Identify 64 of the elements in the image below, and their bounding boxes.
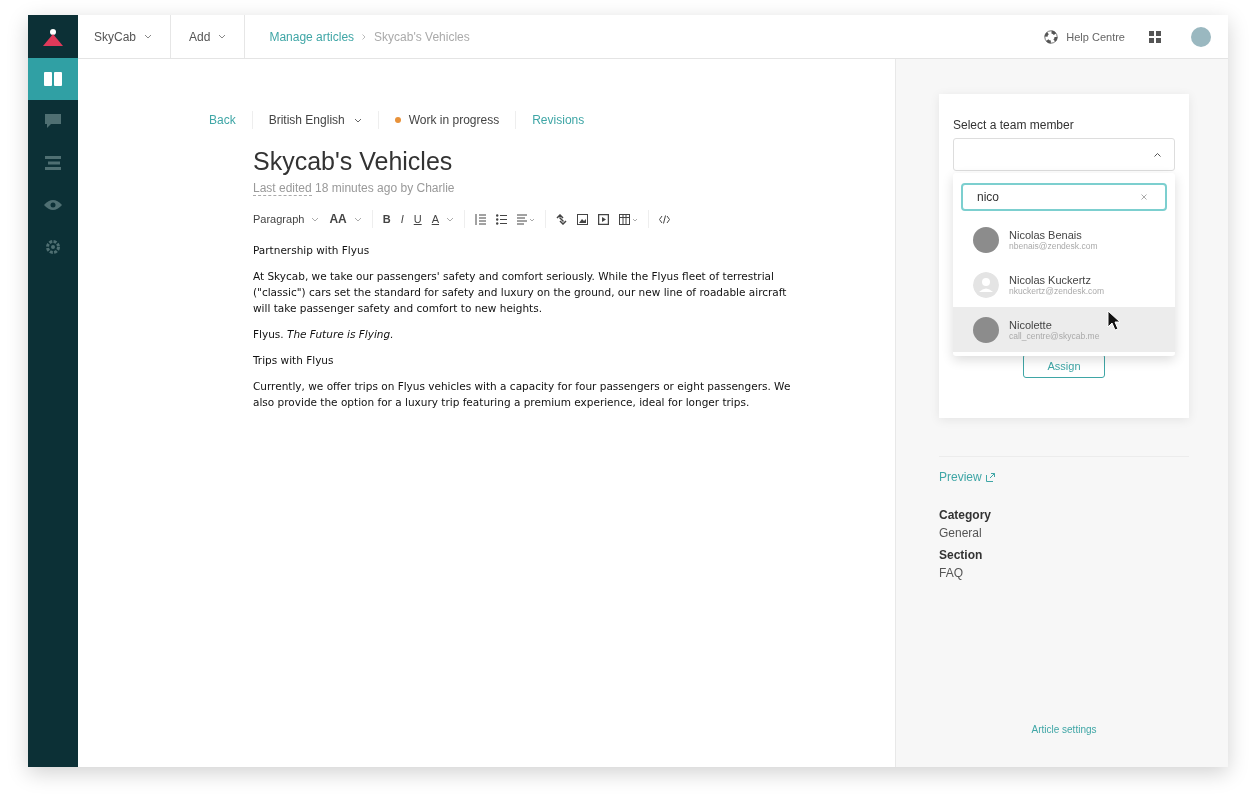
text-color-dropdown[interactable]: A: [431, 213, 455, 225]
mouse-pointer-icon: [1107, 310, 1121, 332]
link-icon[interactable]: [556, 213, 568, 225]
nav-item[interactable]: [28, 58, 78, 100]
numbered-list-icon[interactable]: [475, 213, 487, 225]
team-member-label: Select a team member: [953, 118, 1075, 132]
member-email: nkuckertz@zendesk.com: [1009, 285, 1105, 296]
eye-icon: [44, 199, 62, 211]
bold-button[interactable]: B: [382, 213, 391, 225]
lifebuoy-icon: [1044, 29, 1059, 44]
list-icon: [45, 156, 61, 170]
align-icon[interactable]: [517, 213, 536, 225]
body-paragraph: Partnership with Flyus: [253, 243, 371, 258]
member-name: Nicolas Kuckertz: [1009, 273, 1092, 286]
font-size-dropdown[interactable]: AA: [329, 212, 362, 226]
status-label: Work in progress: [408, 113, 500, 127]
image-icon[interactable]: [577, 213, 589, 225]
book-icon: [44, 72, 62, 86]
person-avatar-icon: [973, 271, 999, 298]
language-dropdown[interactable]: British English: [268, 113, 362, 127]
chevron-down-icon: [353, 216, 362, 222]
avatar-placeholder: [973, 226, 999, 253]
last-edited-label: Last edited: [253, 181, 312, 196]
field-value: General: [939, 526, 983, 540]
body-paragraph: Flyus. The Future is Flying.: [253, 327, 395, 342]
field-value: FAQ: [939, 566, 964, 580]
chevron-down-icon: [144, 34, 153, 39]
paragraph-style-dropdown[interactable]: Paragraph: [253, 213, 320, 225]
bullet-list-icon[interactable]: [496, 213, 508, 225]
chevron-down-icon: [311, 216, 320, 222]
body-paragraph: Currently, we offer trips on Flyus vehicles with a capacity for four passengers or eight passengers. We also provide the option for a luxury trip featuring a premium experience, ideal for longer trips.: [253, 379, 792, 410]
last-edited-time: 18 minutes ago by Charlie: [315, 181, 455, 195]
code-icon[interactable]: [659, 214, 671, 224]
body-paragraph: At Skycab, we take our passengers' safety and comfort seriously. While the Flyus fleet of terrestrial ("classic") cars set the standard for safety and luxury on the ground, our new line of roadable aircraft will take passenger safety and comfort to new heights.: [253, 269, 788, 316]
team-member-select[interactable]: [953, 138, 1175, 171]
search-field[interactable]: nico: [961, 183, 1167, 211]
underline-button[interactable]: U: [413, 213, 422, 225]
field-label: Category: [939, 508, 992, 522]
avatar-placeholder: [973, 316, 999, 343]
field-label: Section: [939, 548, 984, 562]
clear-icon[interactable]: [1141, 194, 1147, 200]
team-member-option[interactable]: Nicolas Benais nbenais@zendesk.com: [953, 217, 1175, 262]
video-icon[interactable]: [598, 213, 610, 225]
settings-icon: [45, 239, 61, 255]
comment-icon: [45, 114, 61, 128]
team-member-option[interactable]: Nicolas Kuckertz nkuckertz@zendesk.com: [953, 262, 1175, 307]
help-centre-link[interactable]: Help Centre: [1066, 30, 1125, 43]
member-name: Nicolas Benais: [1009, 228, 1083, 241]
user-avatar[interactable]: [1191, 26, 1211, 47]
chevron-down-icon: [218, 34, 227, 39]
table-icon[interactable]: [619, 213, 639, 225]
member-name: Nicolette: [1009, 318, 1053, 331]
chevron-down-icon: [353, 117, 362, 123]
article-title: Skycab's Vehicles: [253, 147, 454, 176]
chevron-down-icon: [446, 216, 455, 222]
caret-icon: [1154, 152, 1161, 157]
apps-grid-icon[interactable]: [1149, 30, 1161, 43]
member-email: call_centre@skycab.me: [1009, 330, 1100, 341]
breadcrumb-separator-icon: [362, 33, 367, 40]
body-paragraph: Trips with Flyus: [253, 353, 335, 368]
team-member-option[interactable]: Nicolette call_centre@skycab.me: [953, 307, 1175, 352]
italic-button[interactable]: I: [400, 213, 404, 225]
external-link-icon: [985, 472, 995, 482]
member-email: nbenais@zendesk.com: [1009, 240, 1098, 251]
